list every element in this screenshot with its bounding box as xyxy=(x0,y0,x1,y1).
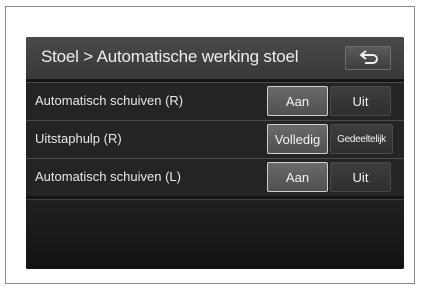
option-aan-button[interactable]: Aan xyxy=(267,162,328,192)
row-auto-slide-left: Automatisch schuiven (L) Aan Uit xyxy=(26,158,404,196)
option-uit-button[interactable]: Uit xyxy=(330,86,391,116)
row-label: Automatisch schuiven (L) xyxy=(35,169,181,184)
option-uit-button[interactable]: Uit xyxy=(330,162,391,192)
empty-list-area xyxy=(26,199,404,269)
row-exit-assist-right: Uitstaphulp (R) Volledig Gedeeltelijk xyxy=(26,120,404,158)
page-title: Stoel > Automatische werking stoel xyxy=(41,47,299,66)
row-auto-slide-right: Automatisch schuiven (R) Aan Uit xyxy=(26,82,404,120)
row-label: Automatisch schuiven (R) xyxy=(35,93,184,108)
option-volledig-button[interactable]: Volledig xyxy=(267,124,328,154)
settings-screen: Stoel > Automatische werking stoel Autom… xyxy=(26,37,404,269)
option-aan-button[interactable]: Aan xyxy=(267,86,328,116)
return-arrow-icon xyxy=(359,50,378,64)
image-frame: Stoel > Automatische werking stoel Autom… xyxy=(5,6,415,284)
row-label: Uitstaphulp (R) xyxy=(35,131,122,146)
back-button[interactable] xyxy=(345,46,391,70)
header-bar: Stoel > Automatische werking stoel xyxy=(26,37,404,79)
option-gedeeltelijk-button[interactable]: Gedeeltelijk xyxy=(330,124,393,154)
